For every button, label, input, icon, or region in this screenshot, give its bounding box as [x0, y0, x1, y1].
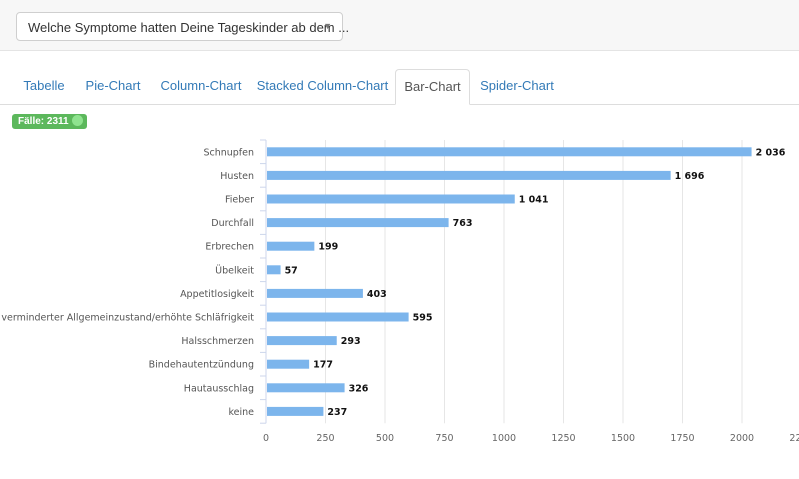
data-label: 1 041 [519, 195, 549, 206]
bar-chart: Schnupfen Husten Fieber Durchfall Erbrechen Ü… [1, 139, 799, 444]
tab-column-chart[interactable]: Column-Chart [155, 69, 247, 104]
caret-down-icon: ▼ [323, 21, 332, 31]
category-label: Erbrechen [205, 242, 254, 253]
x-tick-label: 250 [316, 433, 334, 444]
x-tick-label: 1000 [492, 433, 516, 444]
category-label: Hautausschlag [184, 383, 254, 394]
tab-stacked-column-chart[interactable]: Stacked Column-Chart [255, 69, 390, 104]
category-label: Schnupfen [203, 147, 254, 158]
x-tick-label: 0 [263, 433, 269, 444]
bar[interactable] [267, 312, 409, 322]
toolbar: Welche Symptome hatten Deine Tageskinder… [0, 0, 799, 51]
bar[interactable] [267, 218, 449, 228]
bar[interactable] [267, 194, 515, 204]
data-label: 237 [327, 407, 347, 418]
category-label: verminderter Allgemeinzustand/erhöhte Sc… [1, 313, 254, 324]
status-dot-icon [71, 115, 83, 126]
bar[interactable] [267, 147, 752, 157]
data-label: 199 [318, 242, 338, 253]
x-tick-label: 1750 [670, 433, 694, 444]
data-label: 1 696 [675, 171, 705, 182]
bar[interactable] [267, 170, 671, 180]
category-label: Husten [220, 171, 254, 182]
bar[interactable] [267, 359, 310, 369]
category-label: Halsschmerzen [181, 336, 254, 347]
cases-badge: Fälle: 2311 [12, 114, 87, 129]
data-label: 57 [285, 265, 298, 276]
x-tick-label: 1500 [611, 433, 635, 444]
category-label: keine [228, 407, 254, 418]
x-tick-label: 2000 [730, 433, 754, 444]
category-label: Appetitlosigkeit [180, 289, 254, 300]
data-label: 403 [367, 289, 387, 300]
data-label: 2 036 [756, 147, 786, 158]
data-label: 177 [313, 360, 333, 371]
bar[interactable] [267, 383, 345, 393]
x-tick-label: 750 [435, 433, 453, 444]
bar[interactable] [267, 265, 281, 275]
chart-type-tabs: Tabelle Pie-Chart Column-Chart Stacked C… [0, 69, 799, 105]
category-label: Übelkeit [215, 265, 254, 276]
tab-spider-chart[interactable]: Spider-Chart [476, 69, 558, 104]
x-tick-label: 500 [376, 433, 394, 444]
x-tick-label: 2250 [789, 433, 799, 444]
tab-pie-chart[interactable]: Pie-Chart [78, 69, 148, 104]
category-label: Fieber [225, 195, 254, 206]
data-label: 595 [413, 313, 433, 324]
data-label: 326 [349, 383, 369, 394]
question-select-value: Welche Symptome hatten Deine Tageskinder… [28, 20, 350, 35]
category-label: Durchfall [211, 218, 254, 229]
category-label: Bindehautentzündung [149, 360, 254, 371]
data-label: 293 [341, 336, 361, 347]
bar[interactable] [267, 288, 363, 298]
x-tick-label: 1250 [551, 433, 575, 444]
tab-tabelle[interactable]: Tabelle [17, 69, 71, 104]
cases-badge-label: Fälle: 2311 [18, 116, 69, 127]
bar[interactable] [267, 241, 315, 251]
bar[interactable] [267, 406, 324, 416]
tab-bar-chart[interactable]: Bar-Chart [395, 69, 470, 105]
question-select[interactable]: Welche Symptome hatten Deine Tageskinder… [16, 12, 349, 41]
data-label: 763 [453, 218, 473, 229]
bar[interactable] [267, 336, 337, 346]
